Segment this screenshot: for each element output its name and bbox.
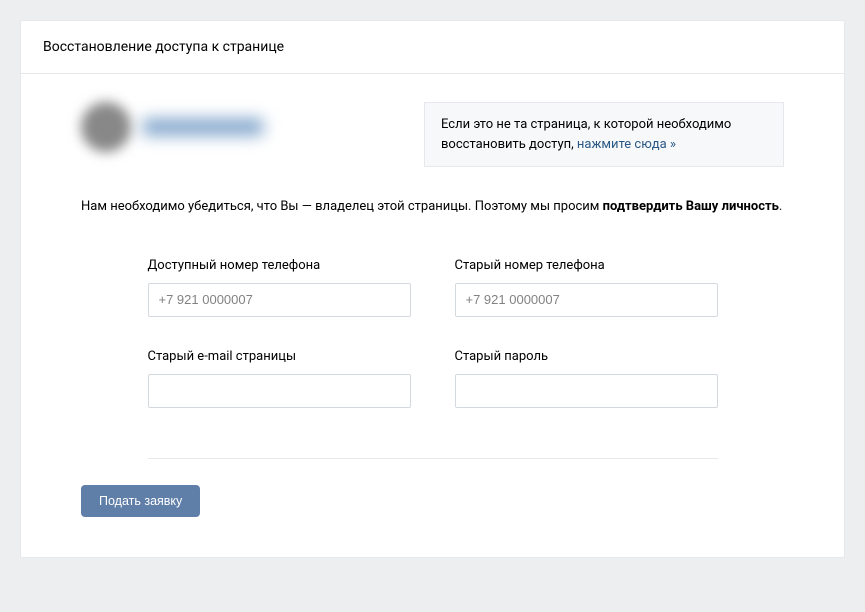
click-here-link[interactable]: нажмите сюда » — [577, 137, 676, 152]
recovery-card: Восстановление доступа к странице Если э… — [20, 20, 845, 558]
old-phone-field: Старый номер телефона — [455, 258, 718, 317]
old-email-input[interactable] — [148, 374, 411, 408]
old-phone-input[interactable] — [455, 283, 718, 317]
description-before: Нам необходимо убедиться, что Вы — владе… — [81, 199, 603, 214]
card-header: Восстановление доступа к странице — [21, 21, 844, 74]
card-body: Если это не та страница, к которой необх… — [21, 74, 844, 557]
available-phone-field: Доступный номер телефона — [148, 258, 411, 317]
old-email-label: Старый e-mail страницы — [148, 349, 411, 364]
available-phone-input[interactable] — [148, 283, 411, 317]
description-after: . — [779, 199, 782, 214]
avatar — [81, 102, 131, 152]
profile-block — [81, 102, 394, 152]
wrong-page-notice: Если это не та страница, к которой необх… — [424, 102, 784, 167]
available-phone-label: Доступный номер телефона — [148, 258, 411, 273]
old-password-field: Старый пароль — [455, 349, 718, 408]
page-title: Восстановление доступа к странице — [43, 39, 822, 55]
old-password-input[interactable] — [455, 374, 718, 408]
old-password-label: Старый пароль — [455, 349, 718, 364]
form-grid: Доступный номер телефона Старый номер те… — [148, 258, 718, 408]
profile-name-blurred — [143, 119, 263, 135]
submit-button[interactable]: Подать заявку — [81, 485, 200, 517]
old-phone-label: Старый номер телефона — [455, 258, 718, 273]
old-email-field: Старый e-mail страницы — [148, 349, 411, 408]
description-text: Нам необходимо убедиться, что Вы — владе… — [81, 197, 784, 218]
top-row: Если это не та страница, к которой необх… — [81, 102, 784, 167]
form-section: Доступный номер телефона Старый номер те… — [148, 258, 718, 459]
description-bold: подтвердить Вашу личность — [603, 199, 779, 214]
